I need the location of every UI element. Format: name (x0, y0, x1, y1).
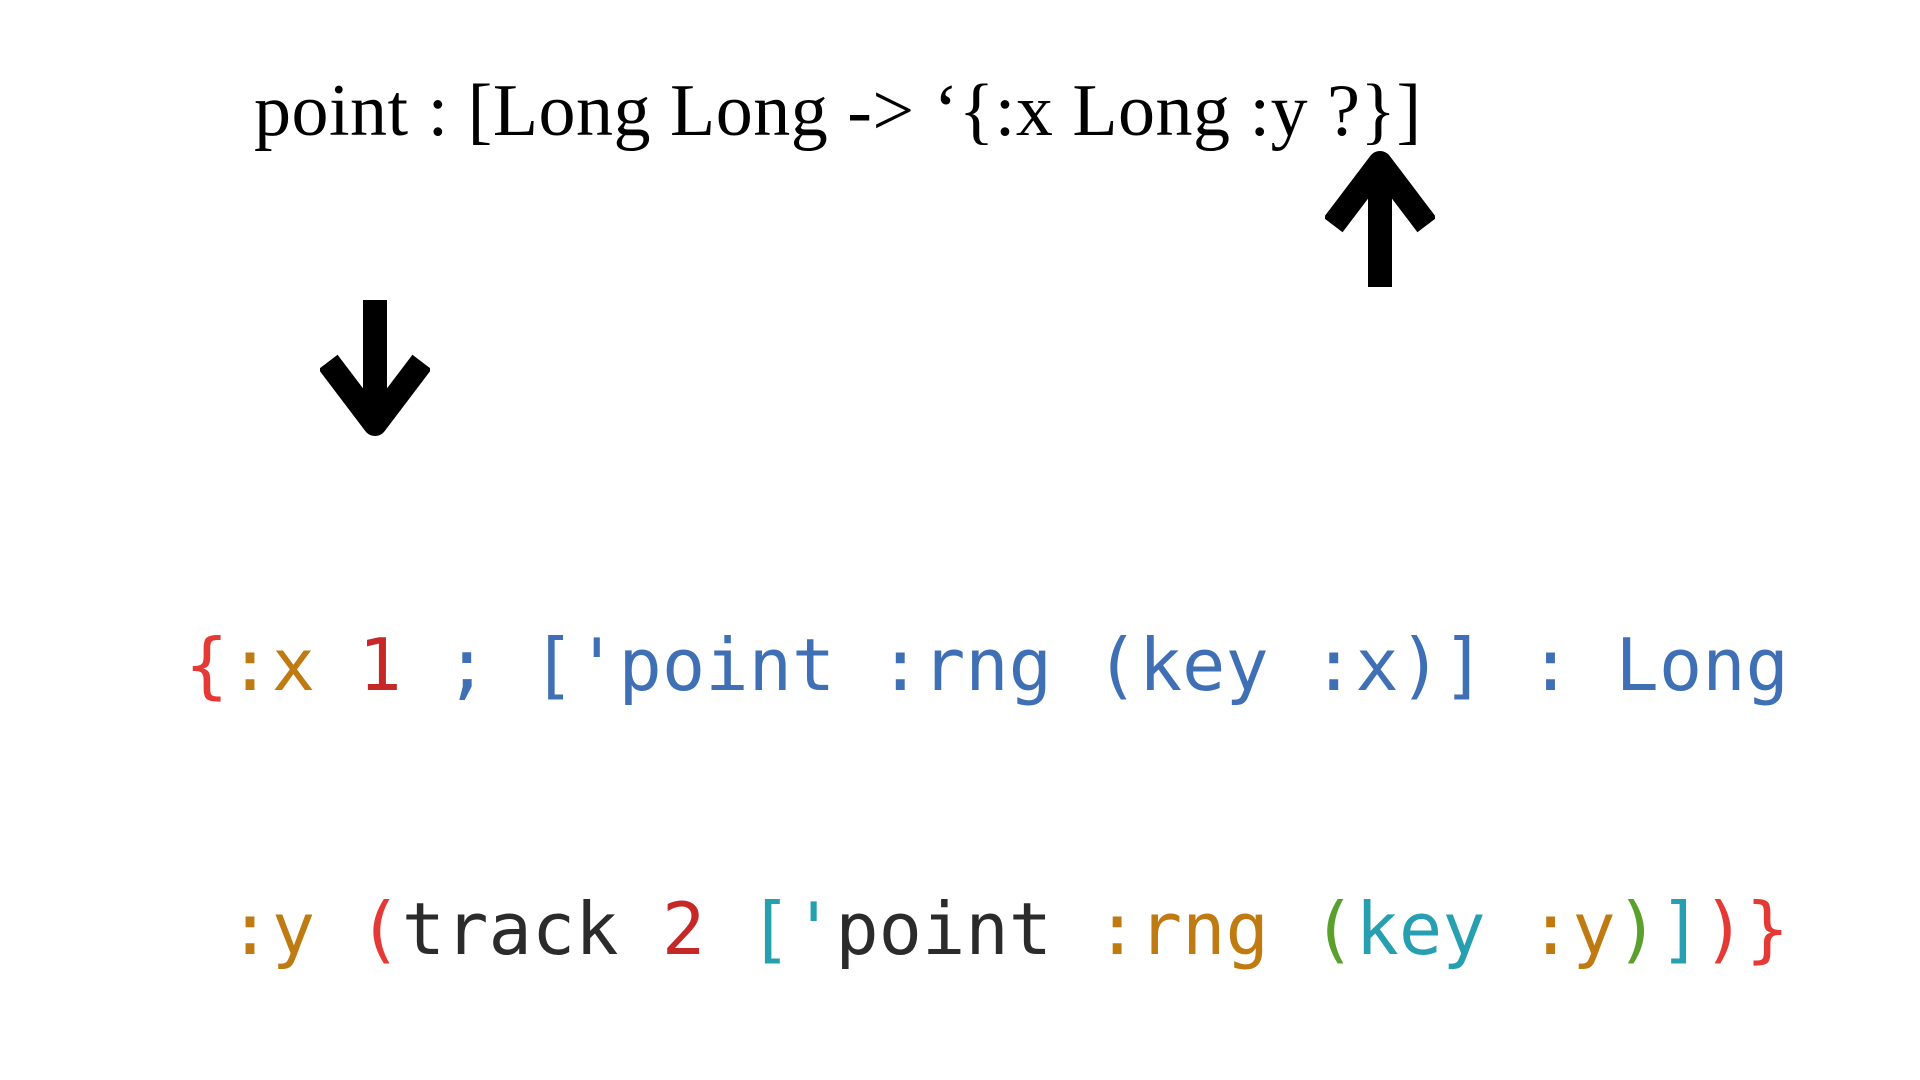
code-line-2: :y (track 2 ['point :rng (key :y)])} (185, 885, 1789, 973)
down-arrow-icon (320, 300, 430, 436)
code-token: ' (791, 887, 836, 971)
code-token: :x (228, 623, 316, 707)
code-token: ; [ (401, 623, 576, 707)
code-token: 1 (358, 623, 402, 707)
code-token: :y (228, 887, 316, 971)
code-token: [ (748, 887, 792, 971)
code-line-1: {:x 1 ; ['point :rng (key :x)] : Long (185, 621, 1789, 709)
type-signature: point : [Long Long -> ‘{:x Long :y ?}] (254, 70, 1422, 152)
code-token: ( (358, 887, 402, 971)
up-arrow-icon (1325, 151, 1435, 287)
code-token: { (185, 623, 229, 707)
code-token: ) (1615, 887, 1660, 971)
code-token: } (1745, 887, 1790, 971)
code-token: 'point :rng (key :x)] : Long (575, 623, 1789, 707)
code-token: point (835, 887, 1053, 971)
code-token: :rng (1095, 887, 1269, 971)
code-token: 2 (661, 887, 706, 971)
code-token: key (1355, 887, 1486, 971)
code-token: ) (1702, 887, 1746, 971)
code-token: ] (1659, 887, 1703, 971)
code-token: track (401, 887, 619, 971)
code-token: ( (1312, 887, 1356, 971)
code-token: :y (1528, 887, 1616, 971)
code-block: {:x 1 ; ['point :rng (key :x)] : Long :y… (185, 445, 1789, 1061)
